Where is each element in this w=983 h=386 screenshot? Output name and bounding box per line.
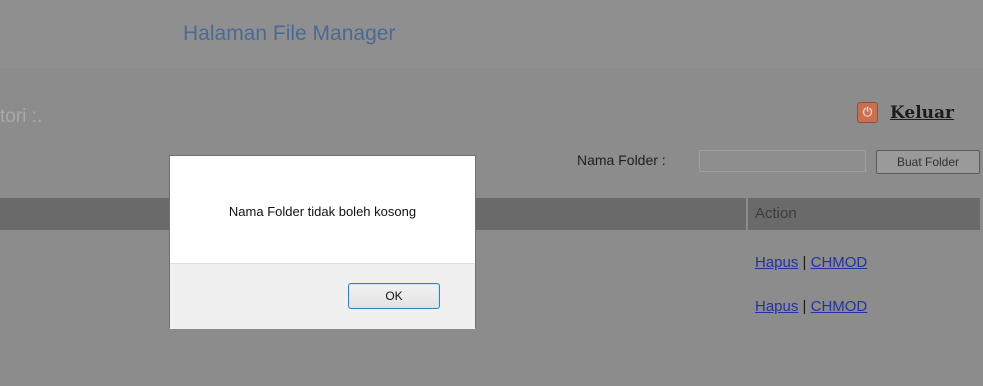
- action-column-header: Action: [748, 198, 980, 230]
- folder-name-input[interactable]: [699, 150, 866, 172]
- table-row: Hapus | CHMOD: [755, 298, 867, 315]
- directory-label: tori :.: [0, 106, 43, 127]
- alert-dialog: Nama Folder tidak boleh kosong OK: [169, 155, 476, 329]
- chmod-link[interactable]: CHMOD: [811, 298, 868, 315]
- create-folder-button[interactable]: Buat Folder: [876, 150, 980, 174]
- ok-button[interactable]: OK: [348, 283, 440, 309]
- alert-message: Nama Folder tidak boleh kosong: [228, 204, 417, 219]
- logout-area[interactable]: ⏻ Keluar: [857, 102, 954, 123]
- link-separator: |: [802, 298, 807, 315]
- link-separator: |: [802, 254, 807, 271]
- power-icon[interactable]: ⏻: [857, 102, 878, 123]
- delete-link[interactable]: Hapus: [755, 298, 798, 315]
- page-title: Halaman File Manager: [183, 22, 396, 45]
- folder-name-label: Nama Folder :: [577, 152, 666, 168]
- logout-link[interactable]: Keluar: [890, 103, 954, 123]
- page-header: Halaman File Manager: [0, 0, 983, 68]
- alert-footer: OK: [170, 263, 475, 329]
- table-row: Hapus | CHMOD: [755, 254, 867, 271]
- delete-link[interactable]: Hapus: [755, 254, 798, 271]
- chmod-link[interactable]: CHMOD: [811, 254, 868, 271]
